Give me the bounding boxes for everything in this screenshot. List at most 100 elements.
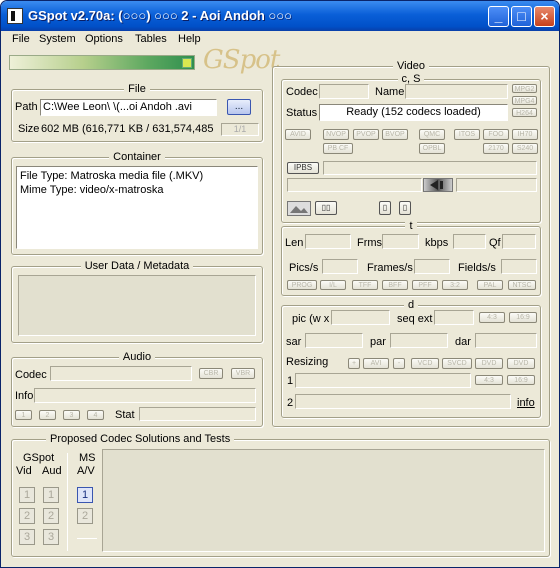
resize-minus-button[interactable]: -: [393, 358, 405, 369]
ms-label: MS: [79, 452, 96, 464]
aud-label: Aud: [42, 465, 62, 477]
qf-label: Qf: [489, 237, 501, 249]
playback-arrow-icon[interactable]: [423, 178, 453, 192]
cbr-button[interactable]: CBR: [199, 368, 223, 379]
pics-field: [322, 259, 358, 274]
info-link[interactable]: info: [517, 397, 535, 409]
frames-label: Frames/s: [367, 262, 413, 274]
window-title: GSpot v2.70a: (○○○) ○○○ 2 - Aoi Andoh ○○…: [28, 8, 292, 23]
len-field: [305, 234, 351, 249]
gspot-label: GSpot: [23, 452, 55, 464]
aud-test-1[interactable]: 1: [43, 487, 59, 503]
scrub-left-bar: [287, 178, 422, 192]
browse-button[interactable]: ...: [227, 99, 251, 115]
prog-flag: PROG: [287, 280, 317, 290]
resize-row2-label: 2: [287, 397, 294, 409]
mime-type-text: Mime Type: video/x-matroska: [20, 184, 164, 196]
maximize-button[interactable]: □: [511, 6, 532, 27]
resize-dvd-button[interactable]: DVD: [475, 358, 503, 369]
vbr-button[interactable]: VBR: [231, 368, 255, 379]
user-data-area: [18, 275, 256, 336]
pics-label: Pics/s: [289, 262, 319, 274]
audio-small-3[interactable]: 3: [63, 410, 80, 420]
aspect-169-flag: 16:9: [509, 312, 537, 323]
resize-avi-button[interactable]: AVI: [363, 358, 389, 369]
avid-flag: AVID: [285, 129, 311, 140]
pic-field: [331, 310, 390, 325]
vid-test-1[interactable]: 1: [19, 487, 35, 503]
menu-tables[interactable]: Tables: [135, 33, 167, 45]
gspot-logo: GSpot: [203, 45, 280, 75]
video-codec-field: [319, 84, 369, 99]
path-field[interactable]: C:\Wee Leon\ \(...oi Andoh .avi: [40, 99, 217, 116]
pvop-flag: PVOP: [353, 129, 379, 140]
audio-small-2[interactable]: 2: [39, 410, 56, 420]
container-info: File Type: Matroska media file (.MKV) Mi…: [16, 166, 258, 249]
pff-flag: PFF: [412, 280, 438, 290]
il-flag: I/L: [320, 280, 346, 290]
stat-label: Stat: [115, 409, 135, 421]
menu-help[interactable]: Help: [178, 33, 201, 45]
resize-dvd2-button[interactable]: DVD: [507, 358, 535, 369]
path-label: Path: [15, 101, 38, 113]
sar-field: [305, 333, 363, 348]
close-button[interactable]: ×: [534, 6, 555, 27]
aud-test-3[interactable]: 3: [43, 529, 59, 545]
container-legend: Container: [109, 151, 165, 163]
ms-test-3-empty: [77, 538, 97, 539]
resize-vcd-button[interactable]: VCD: [411, 358, 439, 369]
ms-test-1[interactable]: 1: [77, 487, 93, 503]
vid-label: Vid: [16, 465, 32, 477]
banner-led-icon: [182, 58, 192, 68]
ms-test-2[interactable]: 2: [77, 508, 93, 524]
file-type-text: File Type: Matroska media file (.MKV): [20, 170, 204, 182]
page-indicator: 1/1: [221, 123, 259, 136]
opbl-flag: OPBL: [419, 143, 445, 154]
menu-system[interactable]: System: [39, 33, 76, 45]
resize-169-button[interactable]: 16:9: [507, 375, 535, 385]
ntsc-flag: NTSC: [508, 280, 536, 290]
fields-field: [501, 259, 537, 274]
2170-flag: 2170: [483, 143, 509, 154]
proposed-legend: Proposed Codec Solutions and Tests: [46, 433, 235, 445]
frame-next-button[interactable]: ▯: [399, 201, 411, 215]
minimize-button[interactable]: _: [488, 6, 509, 27]
menu-options[interactable]: Options: [85, 33, 123, 45]
kbps-label: kbps: [425, 237, 449, 249]
resize-43-button[interactable]: 4:3: [475, 375, 503, 385]
audio-small-4[interactable]: 4: [87, 410, 104, 420]
bff-flag: BFF: [382, 280, 408, 290]
frame-jump-button[interactable]: ▯▯: [315, 201, 337, 215]
app-window: GSpot v2.70a: (○○○) ○○○ 2 - Aoi Andoh ○○…: [0, 0, 560, 568]
vid-test-2[interactable]: 2: [19, 508, 35, 524]
resize-row1-label: 1: [287, 375, 294, 387]
frms-label: Frms: [357, 237, 383, 249]
ipbs-button[interactable]: IPBS: [287, 162, 319, 174]
menu-file[interactable]: File: [12, 33, 30, 45]
resize-svcd-button[interactable]: SVCD: [442, 358, 472, 369]
resize-plus-button[interactable]: +: [348, 358, 360, 369]
vid-test-3[interactable]: 3: [19, 529, 35, 545]
par-field: [390, 333, 448, 348]
resize-row1-field: [295, 373, 471, 388]
32-flag: 3:2: [442, 280, 468, 290]
proposed-solutions-area: [102, 449, 545, 552]
mpg2-button[interactable]: MPG2: [512, 84, 537, 93]
stat-field: [139, 407, 256, 421]
file-legend: File: [124, 83, 150, 95]
frame-type-field: [323, 161, 537, 175]
h264-button[interactable]: H264: [512, 108, 537, 117]
aud-test-2[interactable]: 2: [43, 508, 59, 524]
frame-prev-button[interactable]: ▯: [379, 201, 391, 215]
len-label: Len: [285, 237, 304, 249]
video-name-label: Name: [375, 86, 405, 98]
dar-label: dar: [455, 336, 471, 348]
resize-row2-field: [295, 394, 511, 409]
seqext-field: [434, 310, 474, 325]
mpg4-button[interactable]: MPG4: [512, 96, 537, 105]
gradient-banner: [9, 55, 195, 70]
frms-field: [382, 234, 419, 249]
image-icon[interactable]: [287, 201, 311, 216]
audio-small-1[interactable]: 1: [15, 410, 32, 420]
title-bar: GSpot v2.70a: (○○○) ○○○ 2 - Aoi Andoh ○○…: [1, 1, 559, 31]
